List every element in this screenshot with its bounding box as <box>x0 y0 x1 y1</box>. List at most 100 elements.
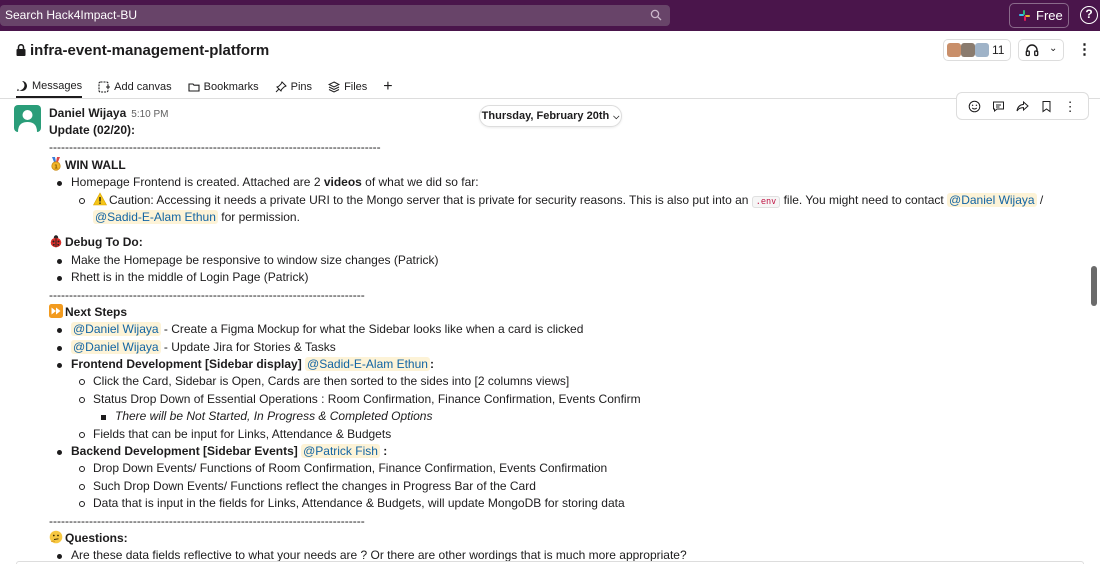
message-timestamp[interactable]: 5:10 PM <box>131 109 168 120</box>
bullet <box>79 379 85 386</box>
tab-pins-label: Pins <box>290 81 313 93</box>
scrollbar-thumb[interactable] <box>1091 266 1097 306</box>
chevron-down-icon: ⌵ <box>613 112 620 121</box>
channel-tabs: Messages Add canvas Bookmarks Pins Files… <box>16 76 409 98</box>
list-item-title: : <box>429 357 434 372</box>
help-icon[interactable]: ? <box>1080 6 1098 24</box>
bullet <box>57 181 62 187</box>
list-item-text-bold: videos <box>323 175 362 190</box>
avatar[interactable] <box>14 105 41 132</box>
tab-add-canvas-label: Add canvas <box>114 81 172 93</box>
inline-code: .env <box>751 195 781 208</box>
list-item-text: There will be Not Started, In Progress &… <box>115 409 433 424</box>
bullet <box>57 450 62 456</box>
bullet <box>57 276 62 282</box>
tab-pins[interactable]: Pins <box>275 76 312 98</box>
members-button[interactable]: 11 <box>943 39 1011 61</box>
list-item-text: of what we did so far: <box>361 175 479 190</box>
lock-icon <box>16 44 26 56</box>
tab-files[interactable]: Files <box>328 76 367 98</box>
user-mention[interactable]: @Daniel Wijaya <box>71 322 161 337</box>
list-item-title: Backend Development [Sidebar Events] <box>71 444 298 459</box>
next-steps-heading: Next Steps <box>49 303 1079 321</box>
forward-icon[interactable] <box>1016 100 1029 113</box>
medal-icon: 1 <box>51 156 61 171</box>
win-wall-heading: 1 WIN WALL <box>49 156 1079 174</box>
user-mention[interactable]: @Daniel Wijaya <box>71 339 161 354</box>
search-placeholder: Search Hack4Impact-BU <box>5 8 138 22</box>
bookmark-icon[interactable] <box>1040 100 1053 113</box>
huddle-button[interactable]: ⌄ <box>1018 39 1064 61</box>
message-author[interactable]: Daniel Wijaya <box>49 106 126 120</box>
headphones-icon <box>1025 44 1039 57</box>
divider-text: ----------------------------------------… <box>49 287 365 302</box>
member-avatar <box>961 43 975 57</box>
tab-files-label: Files <box>344 81 368 93</box>
user-mention[interactable]: @Sadid-E-Alam Ethun <box>305 357 430 372</box>
list-item-continuation: @Sadid-E-Alam Ethun for permission. <box>49 209 1079 226</box>
message-header: Daniel Wijaya 5:10 PM <box>49 106 169 120</box>
member-avatar <box>975 43 989 57</box>
ladybug-icon <box>50 235 62 248</box>
list-item: Click the Card, Sidebar is Open, Cards a… <box>49 373 1079 390</box>
list-item: @Daniel Wijaya - Create a Figma Mockup f… <box>49 321 1079 338</box>
list-item: Data that is input in the fields for Lin… <box>49 495 1079 512</box>
bullet <box>79 431 85 438</box>
list-item: Frontend Development [Sidebar display] @… <box>49 356 1079 373</box>
date-divider-label: Thursday, February 20th <box>481 110 610 122</box>
message-icon <box>17 80 28 91</box>
caution-text: file. You might need to contact <box>780 192 948 207</box>
tab-bookmarks-label: Bookmarks <box>203 81 259 93</box>
bullet <box>57 258 62 264</box>
debug-heading: Debug To Do: <box>49 234 1079 251</box>
list-item-text: Click the Card, Sidebar is Open, Cards a… <box>93 374 570 389</box>
folder-icon <box>188 83 200 92</box>
bullet <box>79 396 85 403</box>
bullet <box>101 415 106 421</box>
list-item-text: - Create a Figma Mockup for what the Sid… <box>160 322 584 337</box>
reply-in-thread-icon[interactable] <box>992 100 1005 113</box>
list-item-text: Homepage Frontend is created. Attached a… <box>71 175 324 190</box>
bullet <box>57 554 62 560</box>
user-mention[interactable]: @Daniel Wijaya <box>947 192 1037 207</box>
free-label: Free <box>1036 8 1063 23</box>
next-steps-label: Next Steps <box>65 304 128 319</box>
list-item-text: Rhett is in the middle of Login Page (Pa… <box>71 270 309 285</box>
divider-text: ----------------------------------------… <box>49 513 365 528</box>
free-plan-button[interactable]: Free <box>1009 3 1069 28</box>
debug-label: Debug To Do: <box>65 235 143 250</box>
list-item-text: Status Drop Down of Essential Operations… <box>93 391 641 406</box>
questions-heading: Questions: <box>49 530 1079 547</box>
user-avatar-icon <box>18 110 37 132</box>
list-item: Fields that can be input for Links, Atte… <box>49 426 1079 443</box>
caution-text: for permission. <box>217 209 300 224</box>
more-actions-icon[interactable]: ⋮ <box>1064 100 1077 113</box>
tab-add-canvas[interactable]: Add canvas <box>98 76 172 98</box>
canvas-icon <box>98 81 111 93</box>
user-mention[interactable]: @Patrick Fish <box>301 444 380 459</box>
list-item-title: : <box>379 444 388 459</box>
member-count: 11 <box>992 43 1005 57</box>
divider-text: ----------------------------------------… <box>49 140 381 155</box>
list-item: Make the Homepage be responsive to windo… <box>49 252 1079 269</box>
search-bar[interactable]: Search Hack4Impact-BU <box>0 5 670 26</box>
search-icon <box>650 9 662 21</box>
bullet <box>79 466 85 473</box>
list-item: There will be Not Started, In Progress &… <box>49 408 1079 425</box>
win-wall-label: WIN WALL <box>65 157 126 172</box>
more-options-icon[interactable]: ⋮ <box>1077 42 1092 57</box>
tab-bookmarks[interactable]: Bookmarks <box>188 76 259 98</box>
bullet <box>79 197 85 204</box>
bullet <box>57 328 62 334</box>
caution-text: / <box>1036 192 1044 207</box>
list-item-text: Make the Homepage be responsive to windo… <box>71 252 439 267</box>
channel-name[interactable]: infra-event-management-platform <box>16 42 269 59</box>
list-item-text: Such Drop Down Events/ Functions reflect… <box>93 478 536 493</box>
list-item-text: - Update Jira for Stories & Tasks <box>160 339 336 354</box>
user-mention[interactable]: @Sadid-E-Alam Ethun <box>93 209 218 224</box>
add-tab-button[interactable]: + <box>383 76 392 98</box>
svg-text:1: 1 <box>54 164 58 170</box>
tab-messages[interactable]: Messages <box>16 76 83 98</box>
list-item-title: Frontend Development [Sidebar display] <box>71 357 302 372</box>
add-reaction-icon[interactable] <box>968 100 981 113</box>
